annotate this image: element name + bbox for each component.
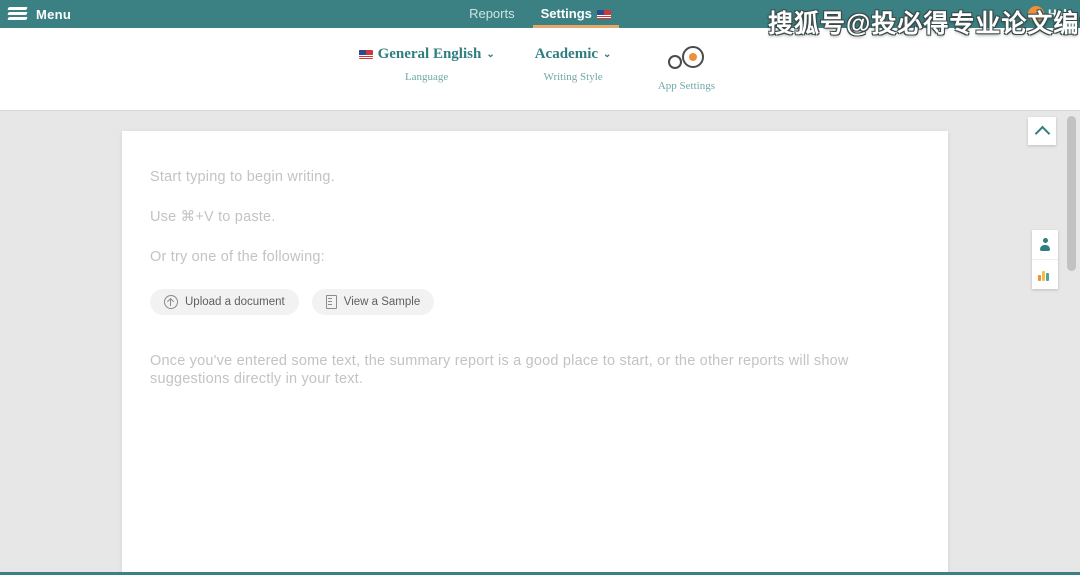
user-avatar-icon [1027, 6, 1044, 22]
document-editor[interactable]: Start typing to begin writing. Use ⌘+V t… [122, 131, 948, 572]
upload-document-button[interactable]: Upload a document [150, 289, 299, 315]
writing-style-caption: Writing Style [543, 71, 603, 83]
vertical-scrollbar-thumb[interactable] [1067, 116, 1076, 271]
view-sample-button[interactable]: View a Sample [311, 289, 435, 315]
app-settings-button[interactable]: App Settings [651, 46, 721, 92]
chevron-down-icon: ⌄ [603, 48, 612, 60]
us-flag-icon [358, 50, 373, 59]
editor-workspace: Start typing to begin writing. Use ⌘+V t… [0, 111, 1080, 572]
statistics-panel-button[interactable] [1032, 259, 1058, 289]
document-icon [325, 295, 337, 309]
app-settings-caption: App Settings [657, 80, 715, 92]
language-selector[interactable]: General English ⌄ Language [358, 46, 495, 83]
tab-settings-label: Settings [540, 6, 592, 21]
editor-action-buttons: Upload a document View a Sample [150, 289, 920, 315]
editor-hint-text: Once you've entered some text, the summa… [150, 353, 849, 387]
settings-toolbar: General English ⌄ Language Academic ⌄ Wr… [0, 28, 1080, 111]
right-side-rail [1032, 230, 1058, 289]
writing-style-selector[interactable]: Academic ⌄ Writing Style [535, 46, 612, 83]
tab-settings[interactable]: Settings [532, 0, 619, 28]
help-button[interactable]: Help [1027, 0, 1074, 28]
writing-style-value: Academic [534, 46, 599, 62]
chevron-down-icon: ⌄ [486, 48, 495, 60]
bar-chart-icon [1038, 269, 1052, 281]
help-label: Help [1047, 7, 1074, 21]
writing-style-value-row: Academic ⌄ [535, 46, 612, 63]
us-flag-icon [596, 9, 611, 19]
tab-reports-label: Reports [469, 6, 515, 21]
menu-button[interactable]: Menu [0, 0, 71, 28]
upload-document-label: Upload a document [185, 296, 285, 308]
collapse-panel-button[interactable] [1028, 117, 1056, 145]
placeholder-line-1: Start typing to begin writing. [150, 169, 335, 185]
upload-circle-icon [164, 295, 178, 309]
placeholder-line-2: Use ⌘+V to paste. [150, 209, 276, 225]
language-value-row: General English ⌄ [358, 46, 495, 63]
gears-icon [668, 46, 705, 72]
view-sample-label: View a Sample [343, 296, 421, 308]
tab-reports[interactable]: Reports [469, 0, 515, 28]
app-logo-icon [7, 5, 28, 23]
language-value: General English [377, 46, 482, 62]
document-content: Start typing to begin writing. Use ⌘+V t… [122, 131, 948, 388]
person-icon [1039, 238, 1052, 251]
menu-label: Menu [36, 6, 72, 22]
placeholder-line-3: Or try one of the following: [150, 249, 325, 265]
language-caption: Language [404, 71, 449, 83]
chevron-up-icon [1034, 125, 1050, 141]
author-panel-button[interactable] [1032, 230, 1058, 259]
